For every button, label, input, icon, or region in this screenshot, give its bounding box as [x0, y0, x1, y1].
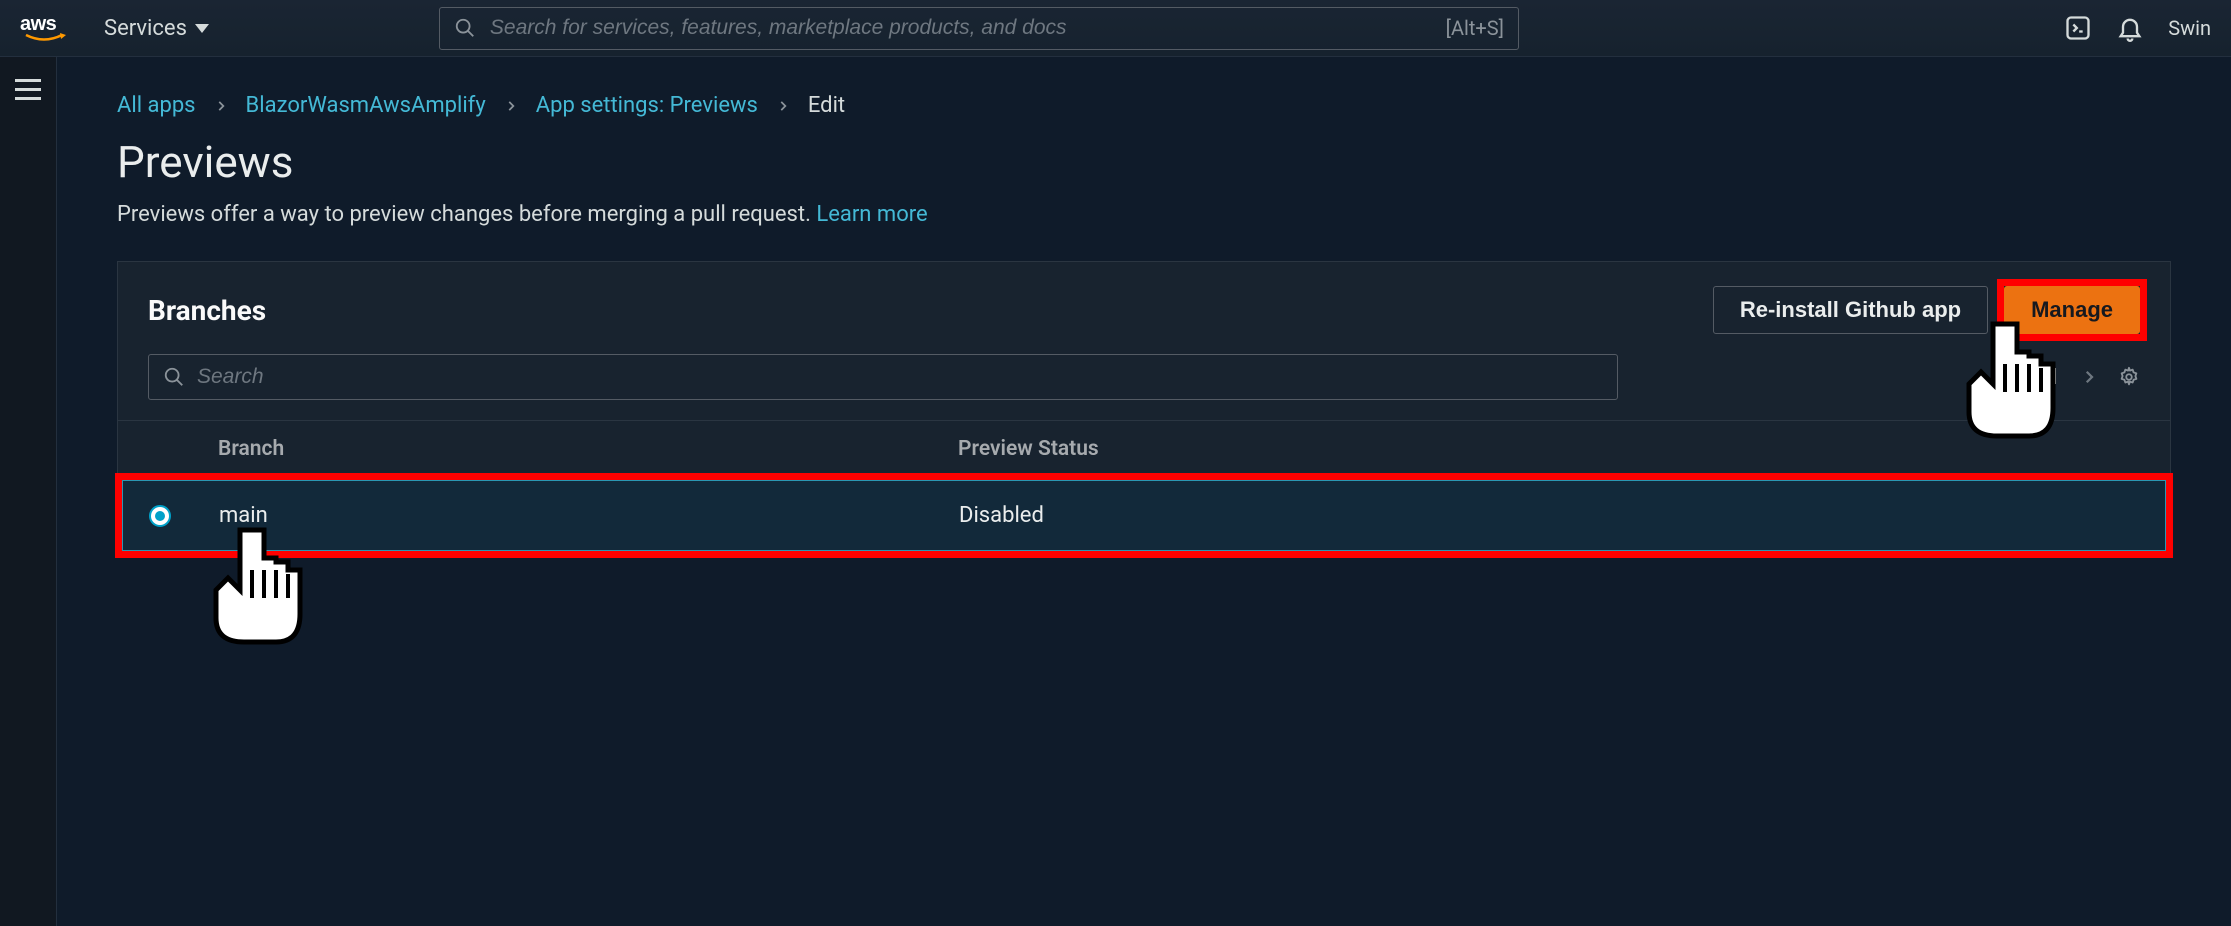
panel-title: Branches: [148, 294, 266, 327]
search-shortcut-hint: [Alt+S]: [1446, 16, 1504, 40]
breadcrumb-all-apps[interactable]: All apps: [117, 93, 196, 118]
branches-filter[interactable]: [148, 354, 1618, 400]
learn-more-link[interactable]: Learn more: [816, 202, 927, 227]
search-icon: [454, 17, 476, 39]
account-name[interactable]: Swin: [2168, 16, 2211, 40]
aws-logo[interactable]: aws: [20, 12, 74, 44]
global-topbar: aws Services [Alt+S]: [0, 0, 2231, 57]
side-nav-collapsed: [0, 57, 57, 926]
table-row[interactable]: main Disabled: [122, 480, 2166, 551]
cloudshell-icon: [2064, 14, 2092, 42]
services-label: Services: [104, 16, 187, 41]
chevron-right-icon: [504, 99, 518, 113]
bell-icon: [2116, 14, 2144, 42]
chevron-right-icon: [776, 99, 790, 113]
main-content: All apps BlazorWasmAwsAmplify App settin…: [57, 57, 2231, 926]
panel-actions: Re-install Github app Manage: [1713, 286, 2140, 334]
row-highlight: main Disabled: [122, 480, 2166, 551]
next-page-button[interactable]: [2080, 368, 2098, 386]
page-desc-text: Previews offer a way to preview changes …: [117, 202, 816, 227]
svg-text:aws: aws: [20, 13, 57, 35]
cursor-pointer-icon: [1953, 312, 2073, 452]
table-header-branch[interactable]: Branch: [218, 437, 958, 461]
cloudshell-button[interactable]: [2064, 14, 2092, 42]
page-description: Previews offer a way to preview changes …: [117, 202, 2171, 227]
global-search-input[interactable]: [490, 16, 1432, 40]
row-status-cell: Disabled: [959, 503, 2139, 528]
search-icon: [163, 366, 185, 388]
caret-down-icon: [195, 24, 209, 33]
breadcrumb: All apps BlazorWasmAwsAmplify App settin…: [117, 93, 2171, 118]
row-branch-cell: main: [219, 503, 959, 528]
expand-nav-button[interactable]: [15, 79, 41, 100]
topbar-right: Swin: [2064, 14, 2211, 42]
services-menu-button[interactable]: Services: [104, 16, 209, 41]
panel-header: Branches Re-install Github app Manage: [118, 262, 2170, 354]
chevron-right-icon: [2080, 368, 2098, 386]
page-title: Previews: [117, 136, 2171, 188]
reinstall-github-app-button[interactable]: Re-install Github app: [1713, 286, 1988, 334]
cursor-pointer-icon: [200, 518, 320, 658]
table-header-select: [148, 437, 218, 461]
breadcrumb-app-settings-previews[interactable]: App settings: Previews: [536, 93, 758, 118]
global-search-wrap: [Alt+S]: [439, 7, 1519, 50]
table-settings-button[interactable]: [2118, 366, 2140, 388]
notifications-button[interactable]: [2116, 14, 2144, 42]
table-header-row: Branch Preview Status: [118, 420, 2170, 478]
branches-panel: Branches Re-install Github app Manage: [117, 261, 2171, 556]
chevron-right-icon: [214, 99, 228, 113]
breadcrumb-current: Edit: [808, 93, 845, 118]
gear-icon: [2118, 366, 2140, 388]
aws-logo-icon: aws: [20, 12, 74, 44]
breadcrumb-app-name[interactable]: BlazorWasmAwsAmplify: [246, 93, 486, 118]
branches-filter-input[interactable]: [197, 365, 1603, 389]
global-search[interactable]: [Alt+S]: [439, 7, 1519, 50]
panel-toolbar: 1: [118, 354, 2170, 420]
row-select-radio[interactable]: [149, 505, 171, 527]
